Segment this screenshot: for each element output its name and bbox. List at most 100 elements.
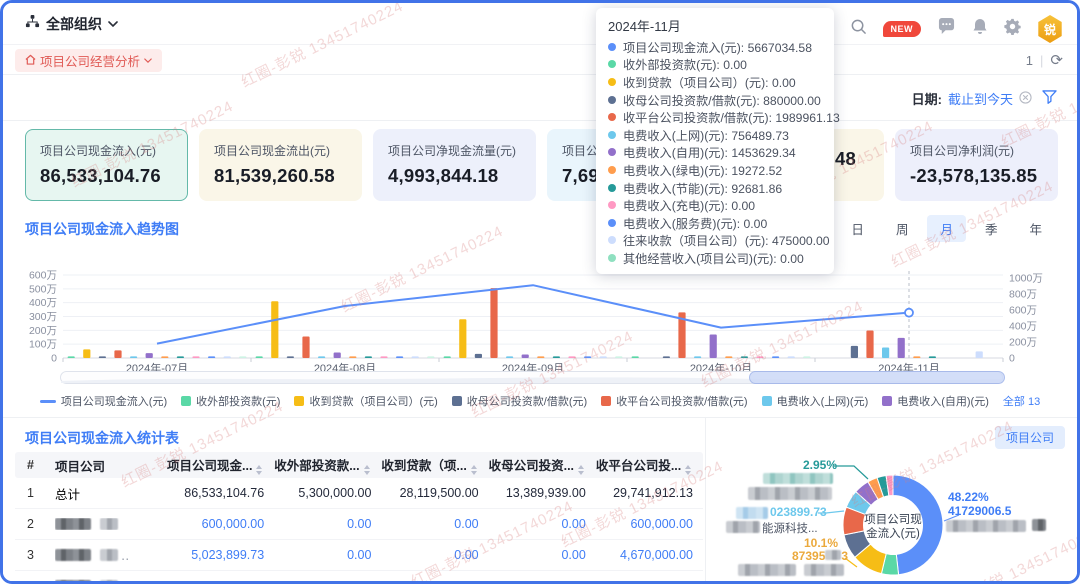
trend-bar[interactable] [851, 346, 858, 358]
table-value[interactable]: 0.00 [274, 548, 381, 562]
trend-bar[interactable] [663, 356, 670, 358]
clear-filter-icon[interactable] [1019, 91, 1032, 107]
sort-icon[interactable] [471, 465, 477, 475]
trend-line-marker[interactable] [905, 309, 913, 317]
table-value[interactable]: 600,000.00 [596, 517, 703, 531]
trend-bar[interactable] [506, 356, 513, 358]
trend-bar[interactable] [224, 356, 231, 358]
kpi-card-1[interactable]: 项目公司现金流入(元)86,533,104.76 [25, 129, 188, 201]
trend-bar[interactable] [584, 356, 591, 358]
trend-bar[interactable] [99, 356, 106, 358]
search-icon[interactable] [850, 18, 867, 40]
trend-bar[interactable] [459, 319, 466, 358]
trend-bar[interactable] [334, 352, 341, 358]
trend-bar[interactable] [83, 349, 90, 358]
kpi-card-3[interactable]: 项目公司净现金流量(元)4,993,844.18 [373, 129, 536, 201]
trend-bar[interactable] [68, 356, 75, 358]
trend-bar[interactable] [537, 356, 544, 358]
trend-bar[interactable] [929, 356, 936, 358]
trend-bar[interactable] [192, 356, 199, 358]
table-value[interactable]: 0.00 [489, 517, 596, 531]
trend-bar[interactable] [882, 348, 889, 358]
trend-bar[interactable] [412, 356, 419, 358]
table-value[interactable]: 0.00 [381, 517, 488, 531]
granularity-年[interactable]: 年 [1016, 215, 1055, 242]
trend-bar[interactable] [568, 356, 575, 358]
trend-bar[interactable] [396, 356, 403, 358]
table-value[interactable]: 200,000.00 [596, 579, 703, 584]
trend-bar[interactable] [208, 356, 215, 358]
trend-bar[interactable] [380, 356, 387, 358]
trend-bar[interactable] [788, 356, 795, 358]
trend-bar[interactable] [114, 350, 121, 358]
refresh-icon[interactable]: ⟳ [1050, 51, 1063, 69]
column-header[interactable]: 项目公司现金... [167, 455, 274, 475]
datazoom-selected-range[interactable] [749, 371, 1005, 384]
trend-bar[interactable] [600, 356, 607, 358]
table-value[interactable]: 4,670,000.00 [596, 548, 703, 562]
trend-bar[interactable] [615, 356, 622, 358]
legend-item[interactable]: 电费收入(上网)(元) [762, 393, 869, 409]
date-filter[interactable]: 日期: 截止到今天 [912, 89, 1057, 108]
trend-bar[interactable] [444, 356, 451, 358]
trend-bar[interactable] [725, 356, 732, 358]
avatar[interactable]: 锐 [1037, 15, 1063, 43]
trend-bar[interactable] [632, 356, 639, 358]
kpi-card-2[interactable]: 项目公司现金流出(元)81,539,260.58 [199, 129, 362, 201]
table-value[interactable]: 200,000.00 [167, 579, 274, 584]
table-value[interactable]: 0.00 [381, 548, 488, 562]
trend-bar[interactable] [913, 356, 920, 358]
sort-icon[interactable] [578, 465, 584, 475]
table-value[interactable]: 0.00 [274, 579, 381, 584]
legend-item[interactable]: 电费收入(自用)(元) [882, 393, 989, 409]
trend-bar[interactable] [130, 356, 137, 358]
column-header[interactable]: 收外部投资款... [274, 455, 381, 475]
table-value[interactable]: 0.00 [274, 517, 381, 531]
column-header[interactable]: 收平台公司投... [596, 455, 703, 475]
granularity-周[interactable]: 周 [883, 215, 922, 242]
table-value[interactable]: 0.00 [489, 548, 596, 562]
trend-bar[interactable] [866, 330, 873, 358]
table-value[interactable]: 0.00 [489, 579, 596, 584]
gear-icon[interactable] [1004, 18, 1021, 40]
legend-item[interactable]: 收到贷款（项目公司）(元) [294, 393, 437, 409]
trend-bar[interactable] [146, 353, 153, 358]
legend-item[interactable]: 收母公司投资款/借款(元) [452, 393, 587, 409]
column-header[interactable]: 收母公司投资... [489, 455, 596, 475]
table-value[interactable]: 0.00 [381, 579, 488, 584]
granularity-月[interactable]: 月 [927, 215, 966, 242]
column-header[interactable]: 收到贷款（项... [381, 455, 488, 475]
trend-bar[interactable] [287, 356, 294, 358]
bell-icon[interactable] [972, 18, 988, 41]
trend-bar[interactable] [756, 356, 763, 358]
table-value[interactable]: 600,000.00 [167, 517, 274, 531]
granularity-季[interactable]: 季 [972, 215, 1011, 242]
legend-item[interactable]: 收外部投资款(元) [181, 393, 280, 409]
trend-bar[interactable] [365, 356, 372, 358]
trend-bar[interactable] [349, 356, 356, 358]
table-value[interactable]: 5,023,899.73 [167, 548, 274, 562]
trend-bar[interactable] [256, 356, 263, 358]
trend-bar[interactable] [271, 301, 278, 358]
trend-bar[interactable] [803, 356, 810, 358]
donut-chart[interactable]: 项目公司现金流入(元) [708, 418, 1075, 584]
message-icon[interactable] [937, 18, 956, 40]
sort-icon[interactable] [685, 465, 691, 475]
trend-bar[interactable] [772, 356, 779, 358]
kpi-card-6[interactable]: 项目公司净利润(元)-23,578,135.85 [895, 129, 1058, 201]
trend-bar[interactable] [522, 355, 529, 358]
trend-bar[interactable] [161, 356, 168, 358]
trend-bar[interactable] [239, 356, 246, 358]
granularity-日[interactable]: 日 [838, 215, 877, 242]
trend-bar[interactable] [475, 354, 482, 358]
trend-bar[interactable] [553, 356, 560, 358]
trend-bar[interactable] [302, 337, 309, 358]
trend-bar[interactable] [427, 356, 434, 358]
funnel-filter-icon[interactable] [1042, 90, 1057, 107]
legend-item[interactable]: 收平台公司投资款/借款(元) [601, 393, 747, 409]
datazoom-slider[interactable] [60, 371, 1003, 384]
sort-icon[interactable] [256, 465, 262, 475]
tab-project-analysis[interactable]: 项目公司经营分析 [15, 49, 162, 72]
trend-bar[interactable] [898, 338, 905, 358]
trend-bar[interactable] [976, 351, 983, 358]
